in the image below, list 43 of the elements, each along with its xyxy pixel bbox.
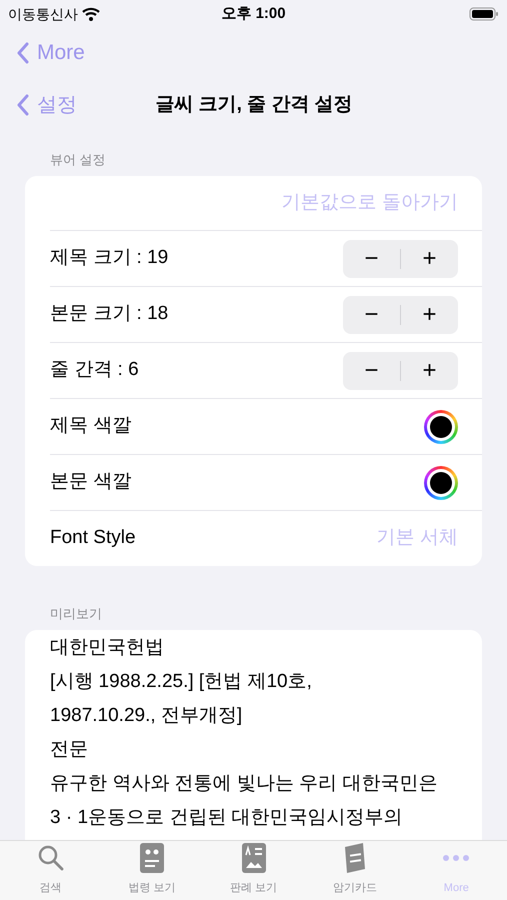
setting-label: 본문 색깔 xyxy=(50,470,132,494)
tab-bar-item[interactable]: 판례 보기 xyxy=(202,841,304,900)
increment-button[interactable]: + xyxy=(401,296,458,334)
preview-text: 3 · 1운동으로 건립된 대한민국임시정부의 xyxy=(50,806,404,830)
back-chevron-icon xyxy=(16,42,29,64)
color-well[interactable] xyxy=(424,410,458,444)
setting-label: Font Style xyxy=(50,526,136,550)
setting-label: 제목 크기 : 19 xyxy=(50,246,168,270)
battery-icon xyxy=(469,7,499,21)
preview-text: 대한민국헌법 xyxy=(50,636,165,660)
more-icon xyxy=(442,854,470,862)
decrement-button[interactable]: − xyxy=(343,352,400,390)
back-chevron-icon xyxy=(16,94,29,116)
section-header: 미리보기 xyxy=(49,605,103,623)
more-back-button[interactable]: More xyxy=(16,37,85,69)
preview-text: 1987.10.29., 전부개정] xyxy=(50,704,244,728)
carrier-name: 이동통신사 xyxy=(8,4,78,24)
preview-text: 유구한 역사와 전통에 빛나는 우리 대한국민은 xyxy=(50,772,438,796)
book-icon xyxy=(342,843,367,874)
decrement-button[interactable]: − xyxy=(343,296,400,334)
setting-label: 본문 크기 : 18 xyxy=(50,302,168,326)
setting-label: 제목 색깔 xyxy=(50,414,132,438)
wifi-icon xyxy=(82,7,100,21)
preview-text: [시행 1988.2.25.] [헌법 제10호, xyxy=(50,670,313,694)
image-document-icon xyxy=(242,843,266,874)
decrement-button[interactable]: − xyxy=(343,240,400,278)
tab-bar-item[interactable]: 암기카드 xyxy=(304,841,406,900)
font-style-value[interactable]: 기본 서체 xyxy=(376,524,458,553)
tab-bar-item[interactable]: More xyxy=(406,841,507,900)
setting-label: 줄 간격 : 6 xyxy=(50,358,139,382)
tab-bar-item[interactable]: 검색 xyxy=(0,841,102,900)
status-time: 오후 1:00 xyxy=(221,4,286,24)
section-header: 뷰어 설정 xyxy=(49,151,107,169)
increment-button[interactable]: + xyxy=(401,240,458,278)
preview-text: 전문 xyxy=(50,738,89,762)
increment-button[interactable]: + xyxy=(401,352,458,390)
tab-bar-item[interactable]: 법령 보기 xyxy=(101,841,203,900)
search-icon xyxy=(36,844,65,872)
color-well[interactable] xyxy=(424,466,458,500)
settings-back-button[interactable]: 설정 xyxy=(16,90,77,120)
quote-document-icon xyxy=(140,843,164,874)
reset-defaults-button[interactable]: 기본값으로 돌아가기 xyxy=(282,188,458,218)
page-title: 글씨 크기, 줄 간격 설정 xyxy=(155,92,353,117)
